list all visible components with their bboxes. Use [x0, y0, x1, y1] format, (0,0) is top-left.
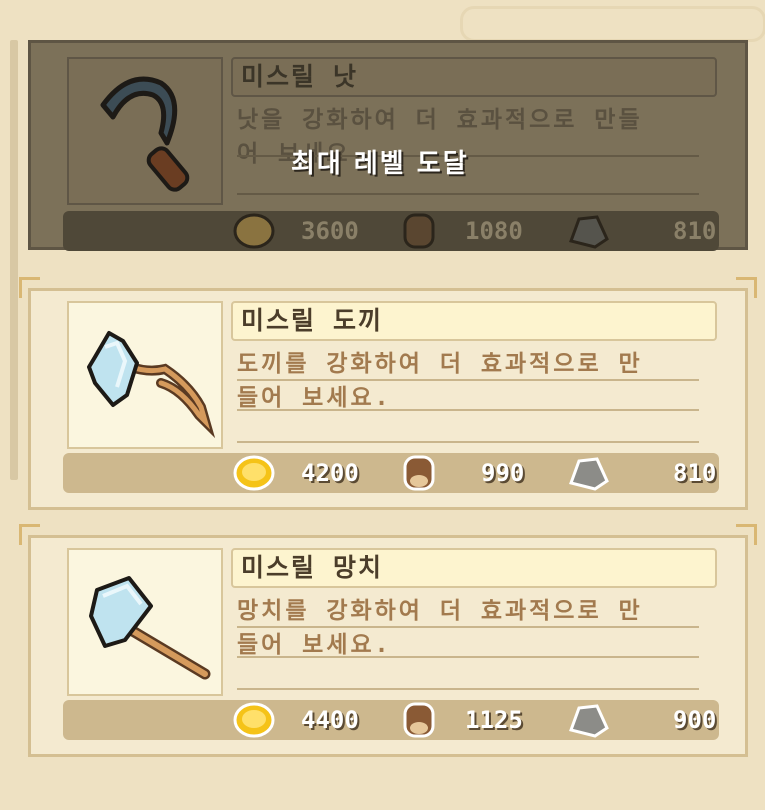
- max-level-label: 최대 레벨 도달: [291, 149, 469, 179]
- upgrade-description: 도끼를 강화하여 더 효과적으로 만 들어 보세요.: [237, 351, 643, 411]
- item-image-frame: [67, 57, 223, 205]
- divider: [237, 441, 699, 443]
- card-corner: [736, 524, 757, 545]
- cost-bar: 3600 1080 810: [63, 211, 719, 251]
- axe-icon: [87, 331, 216, 439]
- upgrade-card-mithril-hammer[interactable]: 미스릴 망치 망치를 강화하여 더 효과적으로 만 들어 보세요. 4400 1…: [19, 524, 757, 757]
- wood-log-icon: [403, 213, 435, 249]
- gold-coin-icon: [233, 213, 275, 249]
- stone-icon: [569, 215, 609, 249]
- card-corner: [19, 277, 40, 298]
- stone-icon: [569, 457, 609, 491]
- panel-ornament: [460, 6, 765, 42]
- item-image-frame: [67, 548, 223, 696]
- divider: [237, 193, 699, 195]
- upgrade-card-mithril-sickle: 미스릴 낫 낫을 강화하여 더 효과적으로 만들 어 보세요. 최대 레벨 도달…: [28, 40, 748, 251]
- divider: [237, 656, 699, 658]
- card-corner: [736, 277, 757, 298]
- upgrade-card-mithril-axe[interactable]: 미스릴 도끼 도끼를 강화하여 더 효과적으로 만 들어 보세요. 4200 9…: [19, 277, 757, 510]
- divider: [237, 688, 699, 690]
- divider: [237, 626, 699, 628]
- wood-log-icon: [403, 702, 435, 738]
- wood-log-icon: [403, 455, 435, 491]
- gold-coin-icon: [233, 702, 275, 738]
- divider: [237, 379, 699, 381]
- upgrade-description: 망치를 강화하여 더 효과적으로 만 들어 보세요.: [237, 598, 643, 658]
- upgrade-title: 미스릴 망치: [231, 548, 717, 588]
- stone-icon: [569, 704, 609, 738]
- cost-bar: 4200 990 810: [63, 453, 719, 493]
- upgrade-title: 미스릴 도끼: [231, 301, 717, 341]
- upgrade-title: 미스릴 낫: [231, 57, 717, 97]
- card-corner: [19, 524, 40, 545]
- gold-coin-icon: [233, 455, 275, 491]
- scrollbar[interactable]: [10, 40, 18, 480]
- item-image-frame: [67, 301, 223, 449]
- sickle-icon: [100, 76, 190, 192]
- divider: [237, 409, 699, 411]
- cost-bar: 4400 1125 900: [63, 700, 719, 740]
- hammer-icon: [89, 576, 211, 680]
